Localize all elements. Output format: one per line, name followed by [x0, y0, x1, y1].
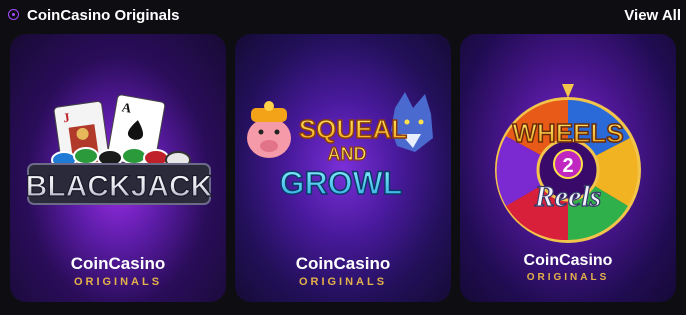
game-card-squeal-and-growl[interactable]: SQUEAL AND GROWL CoinCasino ORIGINALS	[235, 34, 451, 302]
card-sub-label: ORIGINALS	[73, 276, 163, 288]
number-two-logo-text: 2	[562, 155, 573, 177]
game-card-blackjack[interactable]: J A BLACKJACK CoinCasino ORIGINALS	[10, 34, 226, 302]
card-sub-label: ORIGINALS	[298, 276, 388, 288]
and-logo-text: AND	[328, 144, 367, 164]
reels-logo-text: Reels	[534, 180, 602, 213]
view-all-link[interactable]: View All	[624, 7, 681, 24]
blackjack-game-art: J A BLACKJACK	[25, 94, 213, 205]
section-header: CoinCasino Originals View All	[0, 0, 686, 32]
pig-character-icon	[247, 101, 291, 158]
card-brand-label: CoinCasino	[523, 252, 613, 269]
section-title: CoinCasino Originals	[27, 7, 180, 24]
card-brand-label: CoinCasino	[70, 254, 166, 273]
squeal-and-growl-game-art: SQUEAL AND GROWL	[247, 92, 433, 202]
growl-logo-text: GROWL	[280, 165, 403, 201]
game-card-wheels-2-reels[interactable]: WHEELS 2 Reels CoinCasino ORIGINALS	[460, 34, 676, 302]
squeal-logo-text: SQUEAL	[299, 114, 407, 144]
wheels-2-reels-game-art: WHEELS 2 Reels	[495, 84, 641, 243]
card-sub-label: ORIGINALS	[526, 272, 610, 283]
coincasino-logo-icon	[8, 9, 19, 20]
card-brand-label: CoinCasino	[295, 254, 391, 273]
blackjack-logo-text: BLACKJACK	[26, 170, 213, 203]
wheels-logo-text: WHEELS	[512, 118, 623, 148]
